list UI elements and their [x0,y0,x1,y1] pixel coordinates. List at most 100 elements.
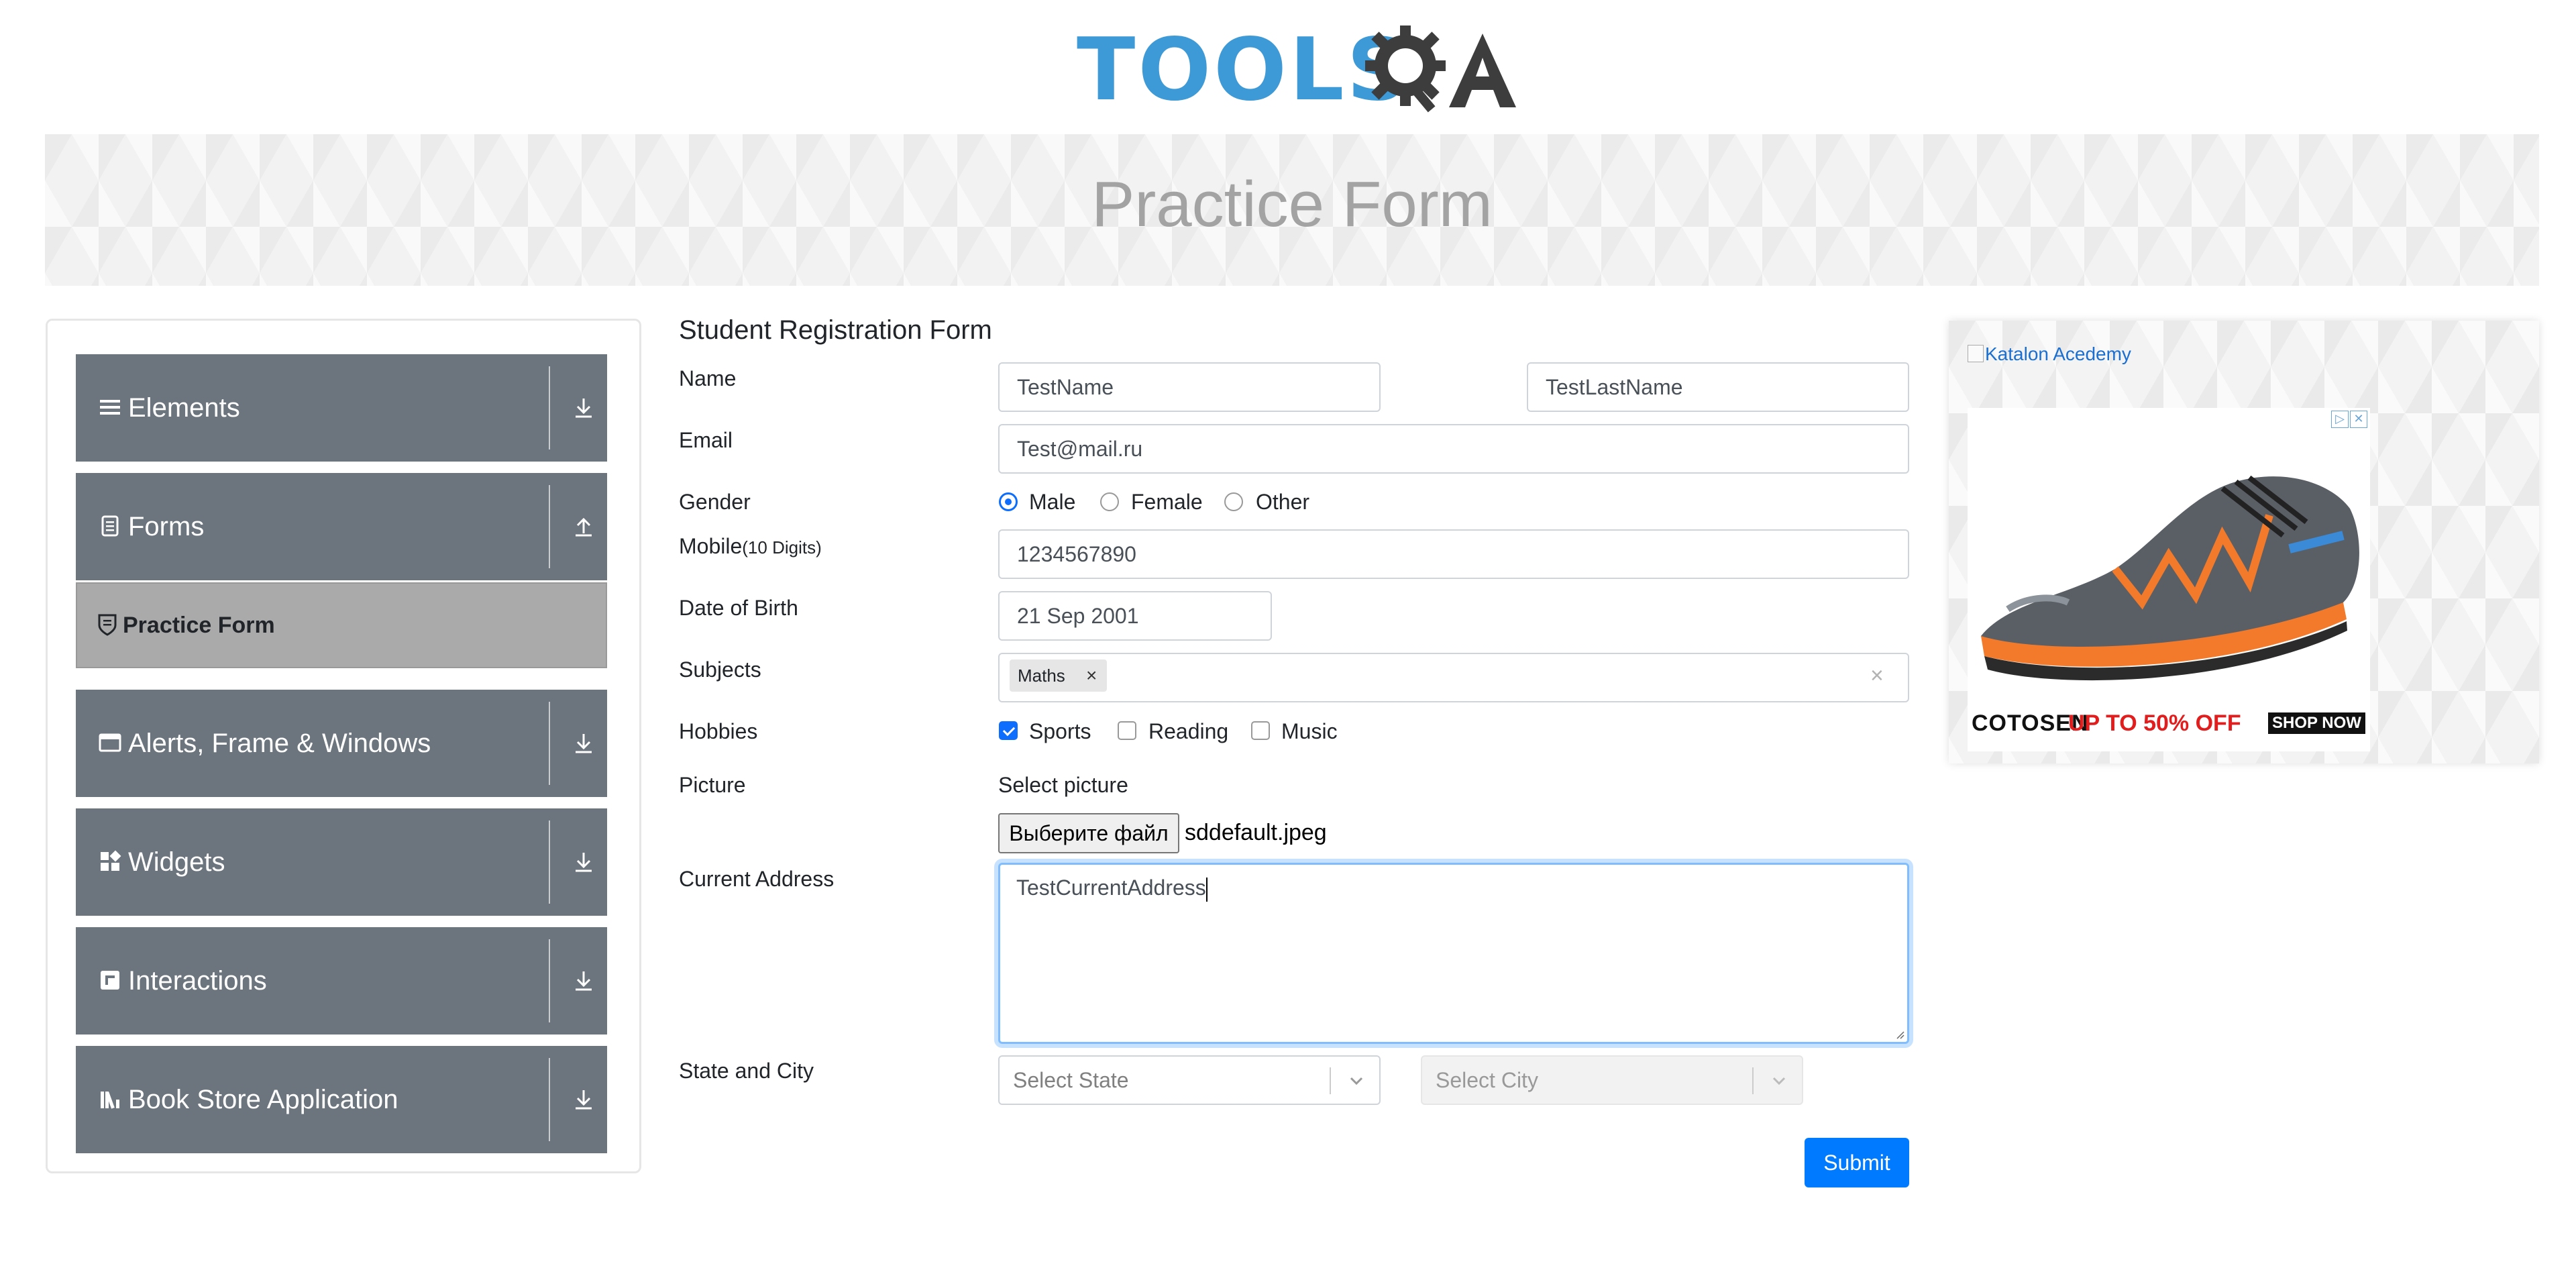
last-name-input[interactable]: TestLastName [1527,362,1909,412]
page-banner: Practice Form [45,134,2539,286]
menu-group-forms[interactable]: Forms [76,473,607,580]
download-icon[interactable] [570,730,597,757]
state-select[interactable]: Select State [998,1055,1381,1105]
city-select[interactable]: Select City [1421,1055,1803,1105]
menu-group-label: Forms [128,512,205,541]
selected-file-name: sddefault.jpeg [1185,820,1327,845]
menu-group-label: Interactions [128,966,267,996]
dob-label: Date of Birth [679,596,798,620]
ad-shop-now-button[interactable]: SHOP NOW [2268,712,2365,734]
shoe-image [1981,475,2359,681]
hobby-sports-checkbox[interactable] [999,721,1018,740]
menu-group-label: Elements [128,393,240,423]
hobby-music-checkbox[interactable] [1251,721,1270,740]
email-label: Email [679,428,733,452]
menu-group-book-store[interactable]: Book Store Application [76,1046,607,1153]
divider [549,485,550,568]
hobby-reading-label[interactable]: Reading [1148,719,1228,744]
document-icon [101,515,119,537]
resize-grip-icon[interactable] [1894,1028,1904,1039]
subject-chip: Maths × [1010,659,1107,692]
menu-group-label: Widgets [128,847,225,877]
picture-label: Picture [679,773,746,797]
mobile-label: Mobile(10 Digits) [679,534,822,558]
subjects-label: Subjects [679,657,761,682]
divider [549,820,550,904]
city-placeholder: Select City [1436,1068,1538,1092]
current-address-textarea[interactable]: TestCurrentAddress [998,863,1909,1044]
ad-image[interactable]: ▷ ✕ COTOSEN UP TO 50% OFF SHOP NOW [1968,408,2370,751]
menu-group-widgets[interactable]: Widgets [76,808,607,916]
subjects-input[interactable] [998,653,1909,702]
advertisement: Katalon Acedemy ▷ ✕ COTOSEN UP TO 50% OFF… [1949,321,2539,763]
current-address-value: TestCurrentAddress [1016,876,1206,900]
state-city-label: State and City [679,1059,814,1083]
hobby-sports-label[interactable]: Sports [1029,719,1091,744]
toolsqa-logo[interactable]: TOOLSQA [1077,20,1516,121]
gender-other-label[interactable]: Other [1256,490,1309,515]
divider [549,702,550,785]
gear-magnifier-icon [1365,25,1446,113]
ad-choices-icon[interactable]: ▷ [2331,411,2349,428]
email-input[interactable]: Test@mail.ru [998,424,1909,474]
current-address-label: Current Address [679,867,835,891]
widgets-icon [101,850,121,871]
chip-remove-icon[interactable]: × [1086,659,1097,692]
broken-image-icon [1968,345,1984,362]
logo-letter-a [1449,34,1516,107]
select-picture-caption: Select picture [998,773,1128,797]
download-icon[interactable] [570,394,597,421]
divider [1752,1067,1754,1094]
mobile-hint: (10 Digits) [742,537,822,558]
state-placeholder: Select State [1013,1068,1129,1092]
ad-close-icon[interactable]: ✕ [2350,411,2367,428]
chevron-down-icon[interactable] [1770,1073,1788,1089]
first-name-input[interactable]: TestName [998,362,1381,412]
date-of-birth-input[interactable]: 21 Sep 2001 [998,591,1272,641]
gender-female-label[interactable]: Female [1131,490,1203,515]
menu-item-label: Practice Form [123,613,275,638]
menu-group-interactions[interactable]: Interactions [76,927,607,1035]
download-icon[interactable] [570,1086,597,1113]
clear-icon[interactable]: × [1870,663,1884,689]
hobby-music-label[interactable]: Music [1281,719,1338,744]
divider [549,366,550,449]
hobbies-label: Hobbies [679,719,758,743]
chevron-down-icon[interactable] [1347,1073,1366,1089]
gender-label: Gender [679,490,751,514]
name-label: Name [679,366,737,390]
ad-caption: COTOSEN UP TO 50% OFF SHOP NOW [1968,703,2370,743]
form-title: Student Registration Form [679,315,992,345]
menu-item-practice-form[interactable]: Practice Form [76,582,607,668]
books-icon [101,1092,119,1109]
download-icon[interactable] [570,849,597,876]
upload-icon[interactable] [570,513,597,540]
choose-file-button[interactable]: Выберите файл [998,813,1179,853]
left-panel: Elements Forms Practice Form Alerts, Fra… [46,319,641,1173]
subject-chip-label: Maths [1018,666,1065,686]
divider [549,939,550,1022]
gender-other-radio[interactable] [1224,492,1243,511]
gender-male-radio[interactable] [999,492,1018,511]
menu-group-label: Book Store Application [128,1085,398,1114]
hamburger-icon [100,400,120,415]
text-caret [1205,877,1208,902]
download-icon[interactable] [570,967,597,994]
page-title: Practice Form [1091,168,1493,240]
ad-controls: ▷ ✕ [2330,411,2367,428]
submit-button[interactable]: Submit [1805,1138,1909,1187]
hobby-reading-checkbox[interactable] [1118,721,1136,740]
divider [1330,1067,1331,1094]
ad-promo-text: UP TO 50% OFF [2068,710,2241,736]
menu-group-label: Alerts, Frame & Windows [128,729,431,758]
divider [549,1058,550,1141]
window-icon [99,733,121,752]
menu-group-alerts[interactable]: Alerts, Frame & Windows [76,690,607,797]
gender-female-radio[interactable] [1100,492,1119,511]
katalon-ad-link[interactable]: Katalon Acedemy [1968,343,2131,365]
gender-male-label[interactable]: Male [1029,490,1075,515]
interactions-icon [101,971,119,990]
mobile-input[interactable]: 1234567890 [998,529,1909,579]
shield-icon [98,614,117,636]
menu-group-elements[interactable]: Elements [76,354,607,462]
